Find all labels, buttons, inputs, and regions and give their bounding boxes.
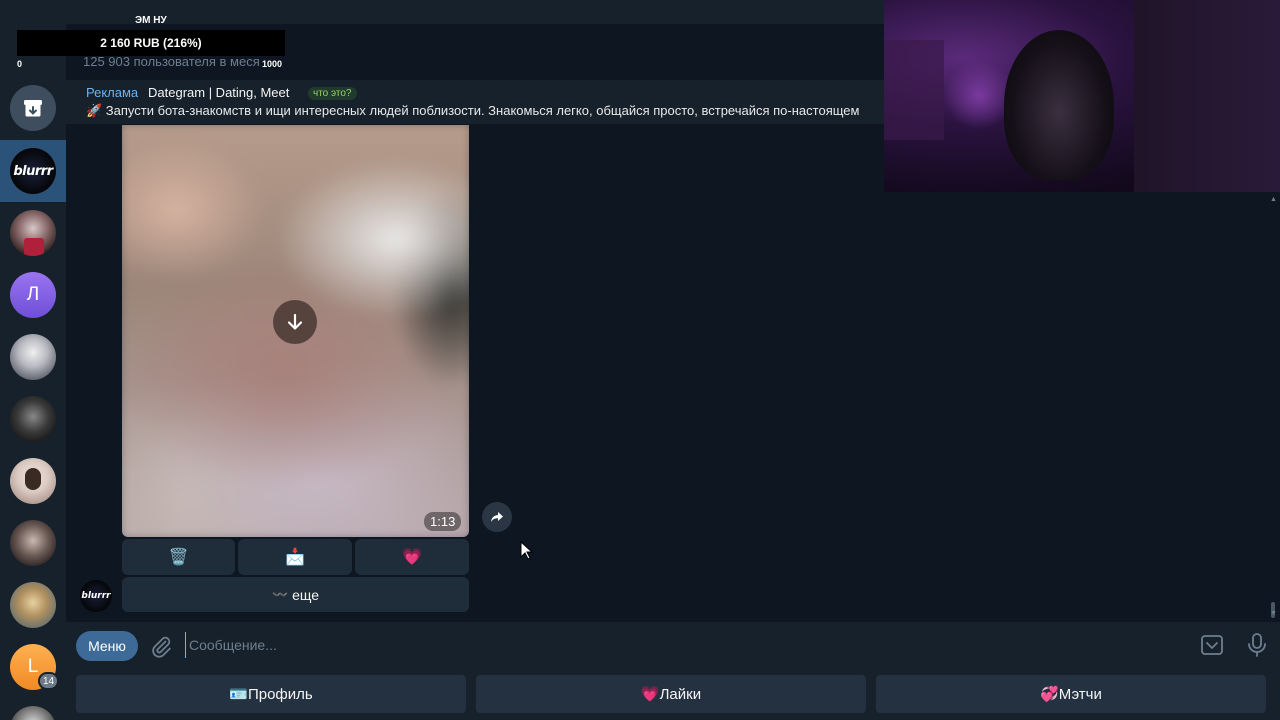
- sponsored-label: Реклама: [86, 85, 139, 100]
- envelope-icon: 📩: [285, 549, 305, 566]
- reply-button-likes[interactable]: 💗Лайки: [476, 675, 866, 713]
- archive-button[interactable]: [10, 85, 56, 131]
- webcam-room: [1134, 0, 1280, 192]
- unread-badge: 14: [38, 672, 60, 690]
- sidebar-item-chat-4[interactable]: [10, 334, 56, 380]
- more-button-label: еще: [292, 586, 320, 603]
- donation-scale-max: 1000: [262, 59, 283, 69]
- trash-icon: 🗑️: [168, 549, 189, 566]
- blurrr-avatar-label: blurrr: [13, 163, 53, 179]
- share-arrow-icon: [491, 512, 503, 522]
- webcam-background-shape: [884, 40, 944, 140]
- scroll-up-arrow[interactable]: ▲: [1270, 196, 1277, 203]
- chat-header: [66, 0, 884, 24]
- sidebar-item-chat-7[interactable]: [10, 520, 56, 566]
- wavy-dash-icon: 〰️: [271, 586, 289, 602]
- bot-menu-button[interactable]: Меню: [76, 631, 138, 661]
- archive-icon: [24, 100, 42, 117]
- sidebar-item-chat-2[interactable]: [10, 210, 56, 256]
- inline-button-like[interactable]: 💗: [355, 539, 469, 575]
- stream-overlay-name: ЭМ НУ: [135, 15, 167, 26]
- reply-button-profile[interactable]: 🪪Профиль: [76, 675, 466, 713]
- arrow-down-icon: [287, 313, 303, 330]
- sidebar-item-chat-5[interactable]: [10, 396, 56, 442]
- sponsored-message[interactable]: Реклама Dategram | Dating, Meet что это?…: [66, 80, 884, 125]
- download-button[interactable]: [273, 300, 317, 344]
- sponsored-text: 🚀 Запусти бота-знакомств и ищи интересны…: [86, 103, 860, 118]
- inline-button-more[interactable]: 〰️ еще: [122, 577, 469, 612]
- sidebar-item-chat-3[interactable]: Л: [10, 272, 56, 318]
- forward-button[interactable]: [482, 502, 512, 532]
- sidebar-item-blurrr[interactable]: blurrr: [10, 148, 56, 194]
- donation-scale-min: 0: [17, 59, 23, 69]
- sidebar-item-chat-6[interactable]: [10, 458, 56, 504]
- message-input[interactable]: [185, 632, 1165, 658]
- avatar-photo-detail: [25, 468, 41, 490]
- webcam-person: [1004, 30, 1114, 180]
- heart-icon: 💗: [402, 549, 422, 566]
- avatar-letter: Л: [26, 284, 40, 305]
- scroll-down-arrow[interactable]: ▼: [1270, 610, 1277, 617]
- microphone-icon[interactable]: [1245, 632, 1269, 658]
- sponsored-title: Dategram | Dating, Meet: [148, 85, 290, 100]
- webcam-overlay: [884, 0, 1280, 192]
- keyboard-toggle-icon[interactable]: [1200, 633, 1224, 657]
- inline-button-message[interactable]: 📩: [238, 539, 352, 575]
- inline-button-dislike[interactable]: 🗑️: [122, 539, 235, 575]
- sidebar-item-chat-8[interactable]: [10, 582, 56, 628]
- mouse-cursor-icon: [520, 541, 534, 560]
- reply-button-matches[interactable]: 💞Мэтчи: [876, 675, 1266, 713]
- avatar-photo-detail: [24, 238, 44, 256]
- donation-goal-bar: 2 160 RUB (216%): [17, 30, 285, 56]
- sender-avatar[interactable]: blurrr: [80, 580, 112, 612]
- avatar-letter: L: [27, 656, 39, 677]
- chat-members-count: 125 903 пользователя в меся: [83, 54, 260, 69]
- video-duration: 1:13: [424, 512, 462, 531]
- what-is-this-link[interactable]: что это?: [308, 87, 357, 100]
- sender-avatar-label: blurrr: [81, 591, 111, 601]
- paperclip-icon[interactable]: [149, 634, 173, 658]
